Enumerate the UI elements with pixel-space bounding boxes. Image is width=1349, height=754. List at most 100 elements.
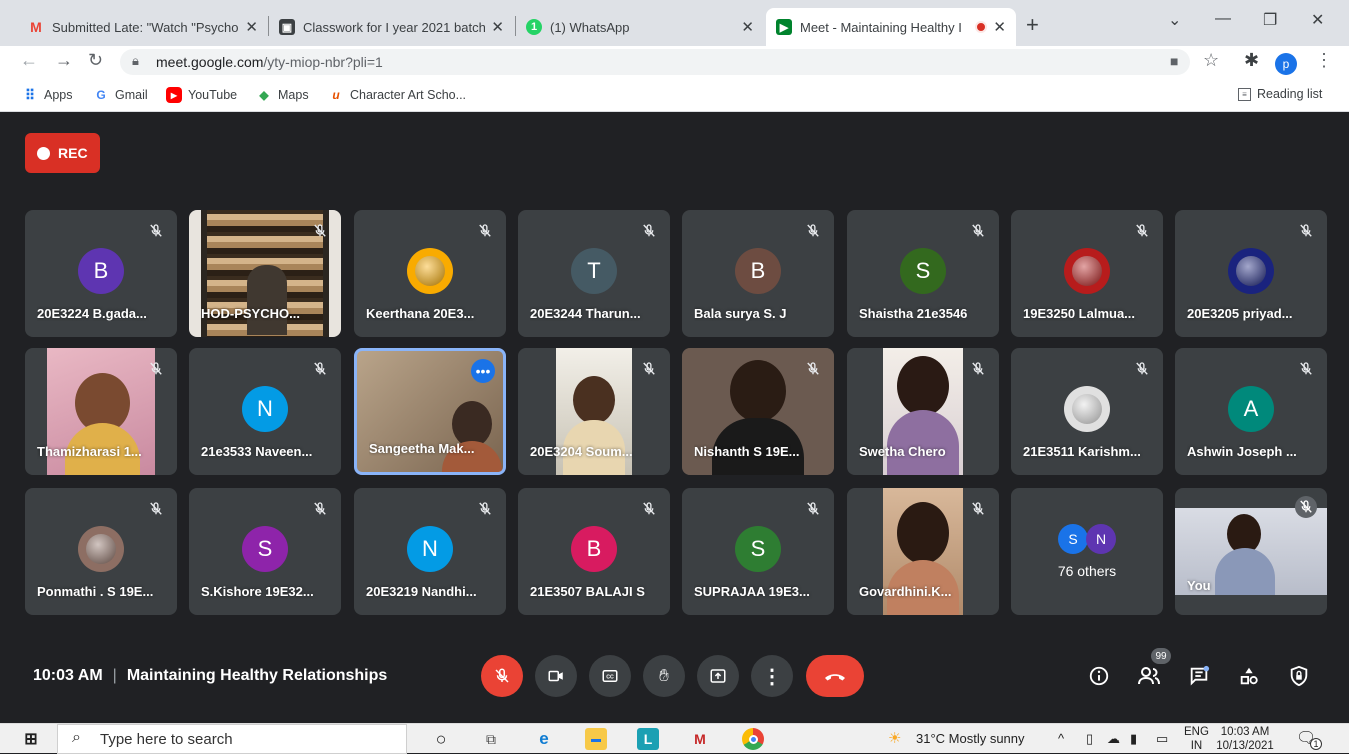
participant-tile[interactable]: Nishanth S 19E... [682, 348, 834, 475]
tab-title: (1) WhatsApp [550, 19, 630, 35]
participant-tile[interactable]: S S.Kishore 19E32... [189, 488, 341, 615]
bookmark-star-icon[interactable]: ☆ [1203, 50, 1219, 71]
participant-avatar [1228, 248, 1274, 294]
close-icon[interactable]: ✕ [245, 18, 258, 36]
language-indicator[interactable]: ENG IN [1184, 725, 1209, 753]
clock[interactable]: 10:03 AM 10/13/2021 [1215, 725, 1275, 753]
participant-tile[interactable]: 19E3250 Lalmua... [1011, 210, 1163, 337]
profile-avatar[interactable]: p [1275, 53, 1297, 75]
participant-tile[interactable]: B 21E3507 BALAJI S [518, 488, 670, 615]
participant-tile[interactable]: S SUPRAJAA 19E3... [682, 488, 834, 615]
participant-avatar: B [571, 526, 617, 572]
show-hidden-icons-icon[interactable]: ^ [1058, 731, 1064, 746]
bookmark-maps[interactable]: ◆ Maps [256, 87, 308, 103]
recording-indicator[interactable]: REC [25, 133, 100, 173]
mic-off-icon [150, 362, 162, 375]
meeting-time: 10:03 AM [33, 667, 103, 684]
back-icon[interactable]: ← [20, 50, 38, 71]
bookmark-youtube[interactable]: ▶ YouTube [166, 87, 237, 103]
avatar-initial: T [587, 258, 601, 283]
participant-tile[interactable]: A Ashwin Joseph ... [1175, 348, 1327, 475]
close-icon[interactable]: ✕ [491, 18, 504, 36]
participant-tile[interactable]: Swetha Chero [847, 348, 999, 475]
present-now-button[interactable] [697, 655, 739, 697]
participant-tile[interactable]: Keerthana 20E3... [354, 210, 506, 337]
tab-search-icon[interactable]: ⌄ [1168, 10, 1181, 30]
onedrive-icon[interactable]: ☁ [1107, 731, 1120, 747]
participant-tile[interactable]: ••• Sangeetha Mak... [354, 348, 506, 475]
avatar-initial: S [1068, 531, 1078, 547]
cortana-icon[interactable]: ○ [430, 728, 452, 750]
camera-toggle-button[interactable] [535, 655, 577, 697]
participant-name: 21e3533 Naveen... [201, 444, 313, 459]
participant-tile[interactable]: HOD-PSYCHO... [189, 210, 341, 337]
participant-tile[interactable]: B 20E3224 B.gada... [25, 210, 177, 337]
network-icon[interactable]: ▭ [1156, 731, 1168, 747]
more-options-icon[interactable]: ••• [471, 359, 495, 383]
more-options-button[interactable]: ⋮ [751, 655, 793, 697]
mic-off-icon [643, 502, 655, 515]
mcafee-icon[interactable]: M [689, 728, 711, 750]
participant-tile[interactable]: B Bala surya S. J [682, 210, 834, 337]
battery-icon[interactable]: ▮ [1130, 731, 1137, 747]
tab-meet[interactable]: ▶ Meet - Maintaining Healthy I ✕ [766, 8, 1016, 46]
participant-tile[interactable]: Govardhini.K... [847, 488, 999, 615]
reading-list-icon: ≡ [1238, 87, 1251, 101]
url-host: meet.google.com [156, 54, 264, 70]
close-icon[interactable]: ✕ [993, 18, 1006, 36]
mic-toggle-button[interactable] [481, 655, 523, 697]
bookmark-gmail[interactable]: G Gmail [93, 87, 147, 103]
participant-tile[interactable]: T 20E3244 Tharun... [518, 210, 670, 337]
host-controls-button[interactable] [1286, 663, 1312, 689]
leave-call-button[interactable] [806, 655, 864, 697]
others-tile[interactable]: S N 76 others [1011, 488, 1163, 615]
file-explorer-icon[interactable]: ▬ [585, 728, 607, 750]
minimize-button[interactable]: — [1215, 10, 1231, 28]
participant-tile[interactable]: 21E3511 Karishm... [1011, 348, 1163, 475]
camera-icon[interactable]: ■ [1170, 53, 1178, 69]
extensions-icon[interactable]: ✱ [1244, 50, 1259, 71]
close-icon[interactable]: ✕ [741, 18, 754, 36]
meeting-details-button[interactable] [1086, 663, 1112, 689]
app-l-icon[interactable]: L [637, 728, 659, 750]
tab-gmail[interactable]: M Submitted Late: "Watch "Psycho ✕ [18, 8, 268, 46]
edge-icon[interactable]: e [533, 728, 555, 750]
bookmark-character-art[interactable]: u Character Art Scho... [328, 87, 466, 103]
menu-icon[interactable]: ⋮ [1315, 50, 1333, 71]
tab-classroom[interactable]: ▣ Classwork for I year 2021 batch ✕ [269, 8, 514, 46]
mic-off-icon [807, 502, 819, 515]
others-avatar: S [1058, 524, 1088, 554]
participant-tile[interactable]: 20E3204 Soum... [518, 348, 670, 475]
forward-icon[interactable]: → [55, 50, 73, 71]
participant-tile[interactable]: N 20E3219 Nandhi... [354, 488, 506, 615]
restore-button[interactable]: ❐ [1263, 10, 1277, 30]
tray-app-icon[interactable]: ▯ [1086, 731, 1093, 747]
participant-tile[interactable]: Ponmathi . S 19E... [25, 488, 177, 615]
participant-tile[interactable]: Thamizharasi 1... [25, 348, 177, 475]
windows-start-icon[interactable]: ⊞ [20, 728, 42, 750]
avatar-initial: S [257, 536, 273, 561]
self-view-tile[interactable]: You [1175, 488, 1327, 615]
chat-button[interactable] [1186, 663, 1212, 689]
participant-tile[interactable]: N 21e3533 Naveen... [189, 348, 341, 475]
character-art-icon: u [332, 88, 340, 102]
tab-whatsapp[interactable]: 1 (1) WhatsApp ✕ [516, 8, 764, 46]
activities-button[interactable] [1236, 663, 1262, 689]
raise-hand-button[interactable]: ✋︎ [643, 655, 685, 697]
close-window-button[interactable]: ✕ [1311, 10, 1324, 30]
address-bar[interactable]: 🔒︎ meet.google.com/yty-miop-nbr?pli=1 [120, 49, 1190, 75]
reload-icon[interactable]: ↻ [88, 50, 103, 71]
people-button[interactable] [1136, 663, 1162, 689]
clock-time: 10:03 AM [1220, 726, 1270, 738]
reading-list-button[interactable]: ≡ Reading list [1238, 87, 1322, 101]
taskbar-search-box[interactable]: ⌕ Type here to search [57, 724, 407, 754]
weather-widget[interactable]: 31°C Mostly sunny [916, 731, 1025, 746]
participant-tile[interactable]: S Shaistha 21e3546 [847, 210, 999, 337]
participant-tile[interactable]: 20E3205 priyad... [1175, 210, 1327, 337]
whatsapp-icon: 1 [526, 19, 542, 35]
captions-button[interactable]: CC [589, 655, 631, 697]
bookmark-apps[interactable]: ⠿ Apps [22, 87, 73, 103]
chrome-icon[interactable] [742, 728, 764, 750]
new-tab-button[interactable]: + [1026, 12, 1039, 38]
task-view-icon[interactable]: ⧉ [480, 728, 502, 750]
